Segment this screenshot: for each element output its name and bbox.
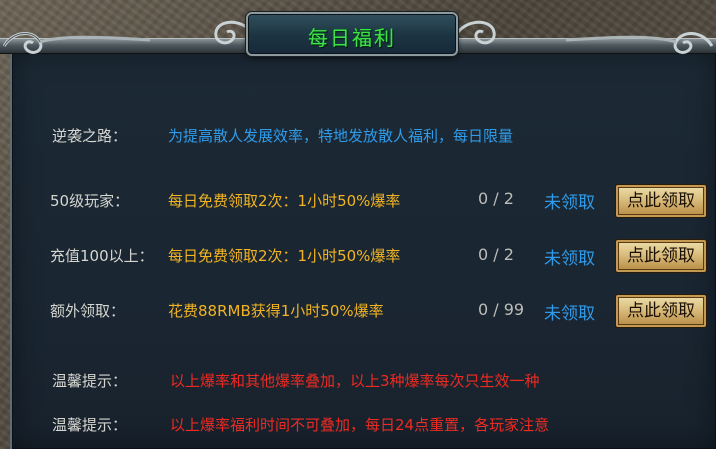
tip-label: 温馨提示：: [52, 416, 128, 434]
claim-status: 未领取: [544, 304, 595, 324]
tip-text: 以上爆率和其他爆率叠加，以上3种爆率每次只生效一种: [170, 372, 540, 390]
claim-status: 未领取: [544, 193, 595, 213]
claim-count: 0 / 2: [478, 189, 514, 208]
title-wing-right-icon: [456, 20, 496, 45]
claim-status: 未领取: [544, 249, 595, 269]
claim-button-extra[interactable]: 点此领取: [616, 295, 706, 327]
window-title: 每日福利: [308, 26, 396, 50]
reward-label: 50级玩家：: [50, 192, 130, 210]
reward-label: 额外领取：: [50, 302, 126, 320]
intro-text: 为提高散人发展效率，特地发放散人福利，每日限量: [168, 127, 514, 145]
title-plate: 每日福利: [246, 12, 458, 56]
intro-label: 逆袭之路：: [52, 127, 128, 145]
tip-text: 以上爆率福利时间不可叠加，每日24点重置，各玩家注意: [170, 416, 550, 434]
claim-count: 0 / 99: [478, 300, 525, 319]
claim-button-level50[interactable]: 点此领取: [616, 185, 706, 217]
game-screen: 逆袭之路： 为提高散人发展效率，特地发放散人福利，每日限量 50级玩家： 每日免…: [0, 0, 716, 449]
scroll-ornament-left-icon: [2, 32, 151, 54]
reward-offer: 每日免费领取2次：1小时50%爆率: [168, 192, 401, 210]
tip-label: 温馨提示：: [52, 372, 128, 390]
claim-count: 0 / 2: [478, 245, 514, 264]
daily-welfare-panel: 逆袭之路： 为提高散人发展效率，特地发放散人福利，每日限量 50级玩家： 每日免…: [10, 50, 716, 449]
reward-label: 充值100以上：: [50, 247, 154, 265]
reward-offer: 每日免费领取2次：1小时50%爆率: [168, 247, 401, 265]
reward-offer: 花费88RMB获得1小时50%爆率: [168, 302, 384, 320]
scroll-ornament-right-icon: [565, 32, 714, 54]
claim-button-recharge100[interactable]: 点此领取: [616, 240, 706, 272]
